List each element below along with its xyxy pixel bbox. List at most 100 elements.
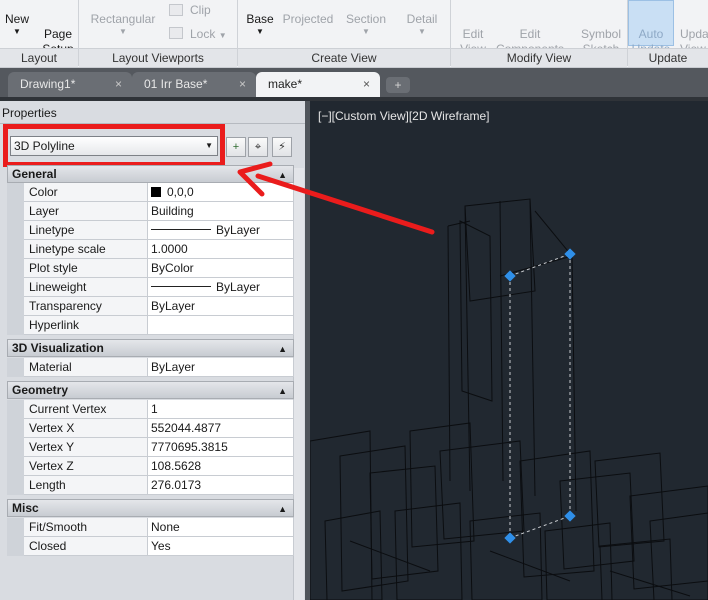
property-name: Current Vertex xyxy=(24,400,148,419)
rectangular-viewport-button[interactable]: Rectangular ▼ xyxy=(88,0,158,37)
property-name: Vertex Z xyxy=(24,457,148,476)
collapse-icon[interactable]: ▲ xyxy=(278,167,287,183)
property-row-color[interactable]: Color 0,0,0 xyxy=(7,183,294,202)
row-gutter xyxy=(7,400,24,419)
collapse-icon[interactable]: ▲ xyxy=(278,501,287,517)
new-layout-label: New xyxy=(4,12,29,26)
row-gutter xyxy=(7,278,24,297)
lock-button[interactable]: Lock ▼ xyxy=(190,27,227,41)
toggle-pickadd-button[interactable]: + xyxy=(226,137,246,157)
property-name: Plot style xyxy=(24,259,148,278)
property-row-lineweight[interactable]: Lineweight ByLayer xyxy=(7,278,294,297)
modify-view-panel-title: Modify View xyxy=(451,48,627,67)
property-value[interactable]: ByLayer xyxy=(148,297,294,316)
detail-label: Detail xyxy=(406,12,438,26)
linetype-preview-icon xyxy=(151,229,211,230)
create-view-panel-title: Create View xyxy=(238,48,450,67)
property-name: Closed xyxy=(24,537,148,556)
property-row-material[interactable]: Material ByLayer xyxy=(7,358,294,377)
property-value-linetype[interactable]: ByLayer xyxy=(148,221,294,240)
base-view-button[interactable]: Base ▼ xyxy=(244,0,276,37)
property-value[interactable]: 1 xyxy=(148,400,294,419)
property-value[interactable]: Yes xyxy=(148,537,294,556)
property-row-vertex-z[interactable]: Vertex Z 108.5628 xyxy=(7,457,294,476)
property-row-hyperlink[interactable]: Hyperlink xyxy=(7,316,294,335)
property-value[interactable]: ByLayer xyxy=(148,358,294,377)
property-name: Fit/Smooth xyxy=(24,518,148,537)
tab-01-irr-base[interactable]: 01 Irr Base* × xyxy=(132,72,256,97)
property-row-vertex-y[interactable]: Vertex Y 7770695.3815 xyxy=(7,438,294,457)
property-row-linetype[interactable]: Linetype ByLayer xyxy=(7,221,294,240)
section-3d-visualization[interactable]: 3D Visualization ▲ xyxy=(7,339,294,357)
property-row-closed[interactable]: Closed Yes xyxy=(7,537,294,556)
property-row-fit-smooth[interactable]: Fit/Smooth None xyxy=(7,518,294,537)
property-name: Material xyxy=(24,358,148,377)
row-gutter xyxy=(7,221,24,240)
property-name: Hyperlink xyxy=(24,316,148,335)
row-gutter xyxy=(7,476,24,495)
grip-handle[interactable] xyxy=(504,532,516,544)
tab-make[interactable]: make* × xyxy=(256,72,380,97)
property-row-plot-style[interactable]: Plot style ByColor xyxy=(7,259,294,278)
property-row-transparency[interactable]: Transparency ByLayer xyxy=(7,297,294,316)
property-row-linetype-scale[interactable]: Linetype scale 1.0000 xyxy=(7,240,294,259)
palette-scrollbar[interactable] xyxy=(293,168,304,600)
lineweight-preview-icon xyxy=(151,286,211,287)
property-value[interactable]: 7770695.3815 xyxy=(148,438,294,457)
property-row-length[interactable]: Length 276.0173 xyxy=(7,476,294,495)
drawing-viewport[interactable]: [−][Custom View][2D Wireframe] xyxy=(305,101,708,600)
annotation-highlight-box xyxy=(3,124,225,167)
property-value[interactable]: 276.0173 xyxy=(148,476,294,495)
close-icon[interactable]: × xyxy=(239,72,246,97)
chevron-down-icon: ▼ xyxy=(13,27,21,36)
property-value[interactable]: Building xyxy=(148,202,294,221)
property-name: Vertex Y xyxy=(24,438,148,457)
property-value[interactable]: 1.0000 xyxy=(148,240,294,259)
tab-drawing1[interactable]: Drawing1* × xyxy=(8,72,132,97)
properties-palette: Properties 3D Polyline ▼ + ⌖ ⚡ General ▲… xyxy=(0,101,305,600)
clip-icon xyxy=(169,4,183,16)
close-icon[interactable]: × xyxy=(363,72,370,97)
section-geometry[interactable]: Geometry ▲ xyxy=(7,381,294,399)
section-view-button[interactable]: Section ▼ xyxy=(342,0,390,37)
property-row-vertex-x[interactable]: Vertex X 552044.4877 xyxy=(7,419,294,438)
grip-handle[interactable] xyxy=(564,510,576,522)
row-gutter xyxy=(7,358,24,377)
section-misc[interactable]: Misc ▲ xyxy=(7,499,294,517)
quick-select-button[interactable]: ⚡ xyxy=(272,137,292,157)
rectangular-label: Rectangular xyxy=(90,12,156,26)
new-tab-button[interactable]: + xyxy=(386,77,410,93)
row-gutter xyxy=(7,438,24,457)
update-panel-title: Update xyxy=(628,48,708,67)
property-name: Color xyxy=(24,183,148,202)
property-value[interactable]: 108.5628 xyxy=(148,457,294,476)
select-objects-button[interactable]: ⌖ xyxy=(248,137,268,157)
projected-label: Projected xyxy=(282,12,334,26)
property-value[interactable] xyxy=(148,316,294,335)
clip-button[interactable]: Clip xyxy=(190,3,211,17)
row-gutter xyxy=(7,297,24,316)
section-general[interactable]: General ▲ xyxy=(7,165,294,183)
collapse-icon[interactable]: ▲ xyxy=(278,383,287,399)
row-gutter xyxy=(7,316,24,335)
property-row-layer[interactable]: Layer Building xyxy=(7,202,294,221)
detail-view-button[interactable]: Detail ▼ xyxy=(402,0,442,37)
row-gutter xyxy=(7,240,24,259)
base-label: Base xyxy=(246,12,274,26)
property-row-current-vertex[interactable]: Current Vertex 1 xyxy=(7,400,294,419)
property-value: ByLayer xyxy=(216,223,261,237)
property-value[interactable]: 552044.4877 xyxy=(148,419,294,438)
new-layout-button[interactable]: New ▼ xyxy=(4,0,30,37)
chevron-down-icon: ▼ xyxy=(362,27,370,36)
projected-view-button[interactable]: Projected xyxy=(280,0,336,27)
close-icon[interactable]: × xyxy=(115,72,122,97)
property-value-color[interactable]: 0,0,0 xyxy=(148,183,294,202)
property-value[interactable]: None xyxy=(148,518,294,537)
property-value-lineweight[interactable]: ByLayer xyxy=(148,278,294,297)
tab-label: Drawing1* xyxy=(20,77,76,91)
property-value[interactable]: ByColor xyxy=(148,259,294,278)
row-gutter xyxy=(7,183,24,202)
collapse-icon[interactable]: ▲ xyxy=(278,341,287,357)
wireframe-drawing xyxy=(310,198,708,600)
plus-icon: + xyxy=(232,141,240,153)
